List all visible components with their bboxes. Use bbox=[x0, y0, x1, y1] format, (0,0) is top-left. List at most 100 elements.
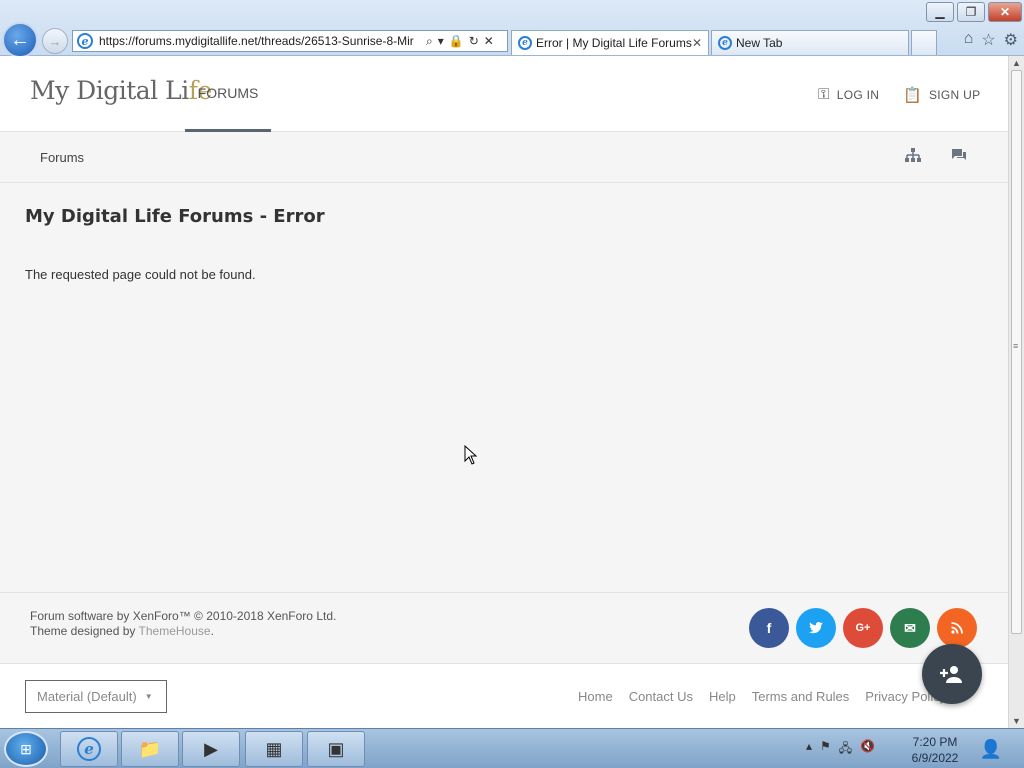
twitter-icon bbox=[809, 622, 823, 634]
refresh-icon[interactable]: ↻ bbox=[469, 34, 479, 48]
tab-new-tab[interactable]: e New Tab bbox=[711, 30, 909, 55]
forward-button[interactable]: → bbox=[42, 28, 68, 54]
nav-tab-forums[interactable]: FORUMS bbox=[185, 56, 271, 132]
twitter-button[interactable] bbox=[796, 608, 836, 648]
minimize-button[interactable]: ▁ bbox=[926, 2, 954, 22]
stop-icon[interactable]: ✕ bbox=[484, 34, 494, 48]
system-tray: ▴ ⚑ 🖧 🔇 bbox=[806, 739, 875, 760]
address-bar[interactable]: e https://forums.mydigitallife.net/threa… bbox=[72, 30, 508, 52]
windows-taskbar: ⊞ e 📁 ▶ ▦ ▣ ▴ ⚑ 🖧 🔇 7:20 PM 6/9/2022 👤 bbox=[0, 728, 1024, 768]
email-icon: ✉ bbox=[904, 619, 916, 636]
window-controls: ▁ ❐ ✕ bbox=[923, 2, 1022, 22]
user-avatar-icon[interactable]: 👤 bbox=[975, 731, 1007, 767]
ie-tab-icon: e bbox=[718, 36, 732, 50]
tab-error-page[interactable]: e Error | My Digital Life Forums ✕ bbox=[511, 30, 709, 55]
network-icon[interactable]: 🖧 bbox=[839, 739, 852, 760]
add-user-icon bbox=[940, 666, 962, 683]
dropdown-icon[interactable]: ▾ bbox=[438, 34, 444, 48]
web-page: My Digital Life FORUMS ⚿ LOG IN 📋 SIGN U… bbox=[0, 56, 1008, 728]
style-chooser-dropdown[interactable]: Material (Default) ▼ bbox=[25, 680, 167, 713]
footer-link-contact-us[interactable]: Contact Us bbox=[629, 689, 693, 704]
facebook-icon: f bbox=[766, 620, 772, 636]
grip-icon: ≡ bbox=[1013, 341, 1018, 351]
footer: Forum software by XenForo™ © 2010-2018 X… bbox=[0, 592, 1008, 664]
forward-icon: → bbox=[48, 33, 62, 49]
copyright-text: Forum software by XenForo™ © 2010-2018 X… bbox=[30, 609, 337, 623]
sitemap-icon[interactable] bbox=[905, 148, 921, 166]
new-tab-button[interactable] bbox=[911, 30, 937, 55]
footer-links: Home Contact Us Help Terms and Rules Pri… bbox=[578, 689, 962, 704]
tray-expand-icon[interactable]: ▴ bbox=[806, 739, 812, 760]
search-icon[interactable]: ⌕ bbox=[426, 34, 433, 49]
logo-text: My Digital Li bbox=[30, 76, 189, 105]
theme-credit-suffix: . bbox=[210, 624, 214, 638]
themehouse-link[interactable]: ThemeHouse bbox=[139, 624, 211, 638]
footer-link-help[interactable]: Help bbox=[709, 689, 736, 704]
rss-button[interactable] bbox=[937, 608, 977, 648]
signup-link[interactable]: 📋 SIGN UP bbox=[903, 86, 980, 104]
start-button[interactable]: ⊞ bbox=[4, 731, 48, 767]
signup-label: SIGN UP bbox=[928, 88, 981, 102]
volume-muted-icon[interactable]: 🔇 bbox=[860, 739, 875, 760]
folder-icon: 📁 bbox=[138, 738, 162, 759]
google-plus-icon: G+ bbox=[855, 622, 871, 634]
media-player-icon: ▶ bbox=[204, 738, 218, 759]
taskbar-clock[interactable]: 7:20 PM 6/9/2022 bbox=[902, 734, 968, 766]
key-icon: ⚿ bbox=[818, 86, 830, 103]
vertical-scrollbar[interactable]: ▲ ≡ ▼ bbox=[1008, 56, 1024, 728]
breadcrumb-forums[interactable]: Forums bbox=[40, 150, 84, 165]
theme-credit: Theme designed by ThemeHouse. bbox=[30, 624, 336, 639]
google-plus-button[interactable]: G+ bbox=[843, 608, 883, 648]
site-header: My Digital Life FORUMS ⚿ LOG IN 📋 SIGN U… bbox=[0, 56, 1008, 132]
clock-time: 7:20 PM bbox=[912, 735, 958, 749]
windows-logo-icon: ⊞ bbox=[20, 740, 32, 757]
taskbar-internet-explorer[interactable]: e bbox=[60, 731, 118, 767]
style-chooser-value: Material (Default) bbox=[37, 689, 137, 704]
back-button[interactable]: ← bbox=[2, 22, 38, 58]
scroll-up-icon[interactable]: ▲ bbox=[1012, 58, 1021, 68]
sub-navigation: Forums bbox=[0, 132, 1008, 183]
lock-icon[interactable]: 🔒 bbox=[449, 34, 464, 48]
url-text[interactable]: https://forums.mydigitallife.net/threads… bbox=[99, 34, 421, 48]
puzzle-icon: ▦ bbox=[265, 738, 283, 759]
home-icon[interactable]: ⌂ bbox=[964, 30, 974, 50]
back-icon: ← bbox=[10, 28, 30, 51]
restore-button[interactable]: ❐ bbox=[957, 2, 985, 22]
browser-toolbar-right: ⌂ ☆ ⚙ bbox=[964, 30, 1018, 50]
theme-credit-prefix: Theme designed by bbox=[30, 624, 139, 638]
browser-chrome: ▁ ❐ ✕ ← → e https://forums.mydigitallife… bbox=[0, 0, 1024, 58]
close-window-button[interactable]: ✕ bbox=[988, 2, 1022, 22]
tab-close-icon[interactable]: ✕ bbox=[692, 36, 702, 50]
action-center-flag-icon[interactable]: ⚑ bbox=[820, 739, 831, 760]
ie-page-icon: e bbox=[77, 33, 93, 49]
footer-link-home[interactable]: Home bbox=[578, 689, 613, 704]
login-label: LOG IN bbox=[836, 87, 880, 102]
footer-link-terms[interactable]: Terms and Rules bbox=[752, 689, 850, 704]
taskbar-media-player[interactable]: ▶ bbox=[182, 731, 240, 767]
page-title: My Digital Life Forums - Error bbox=[25, 206, 325, 227]
facebook-button[interactable]: f bbox=[749, 608, 789, 648]
error-message: The requested page could not be found. bbox=[25, 267, 256, 282]
tab-title: Error | My Digital Life Forums bbox=[536, 36, 692, 50]
footer-credits: Forum software by XenForo™ © 2010-2018 X… bbox=[30, 609, 336, 639]
internet-explorer-icon: e bbox=[77, 737, 101, 761]
ie-tab-icon: e bbox=[518, 36, 532, 50]
monitor-icon: ▣ bbox=[327, 738, 345, 759]
clock-date: 6/9/2022 bbox=[911, 751, 959, 765]
chevron-down-icon: ▼ bbox=[144, 692, 153, 701]
taskbar-windows-explorer[interactable]: 📁 bbox=[121, 731, 179, 767]
chat-bubbles-icon[interactable] bbox=[951, 148, 967, 166]
scrollbar-thumb[interactable]: ≡ bbox=[1011, 70, 1022, 634]
login-link[interactable]: ⚿ LOG IN bbox=[818, 86, 879, 103]
scroll-down-icon[interactable]: ▼ bbox=[1012, 716, 1021, 726]
email-button[interactable]: ✉ bbox=[890, 608, 930, 648]
taskbar-app-4[interactable]: ▦ bbox=[245, 731, 303, 767]
tab-title: New Tab bbox=[736, 36, 783, 50]
clipboard-icon: 📋 bbox=[903, 87, 922, 104]
rss-icon bbox=[951, 622, 963, 634]
favorites-icon[interactable]: ☆ bbox=[981, 30, 995, 50]
mouse-cursor-icon bbox=[464, 445, 478, 465]
tools-icon[interactable]: ⚙ bbox=[1004, 30, 1018, 50]
taskbar-app-5[interactable]: ▣ bbox=[307, 731, 365, 767]
register-fab-button[interactable] bbox=[922, 644, 982, 704]
